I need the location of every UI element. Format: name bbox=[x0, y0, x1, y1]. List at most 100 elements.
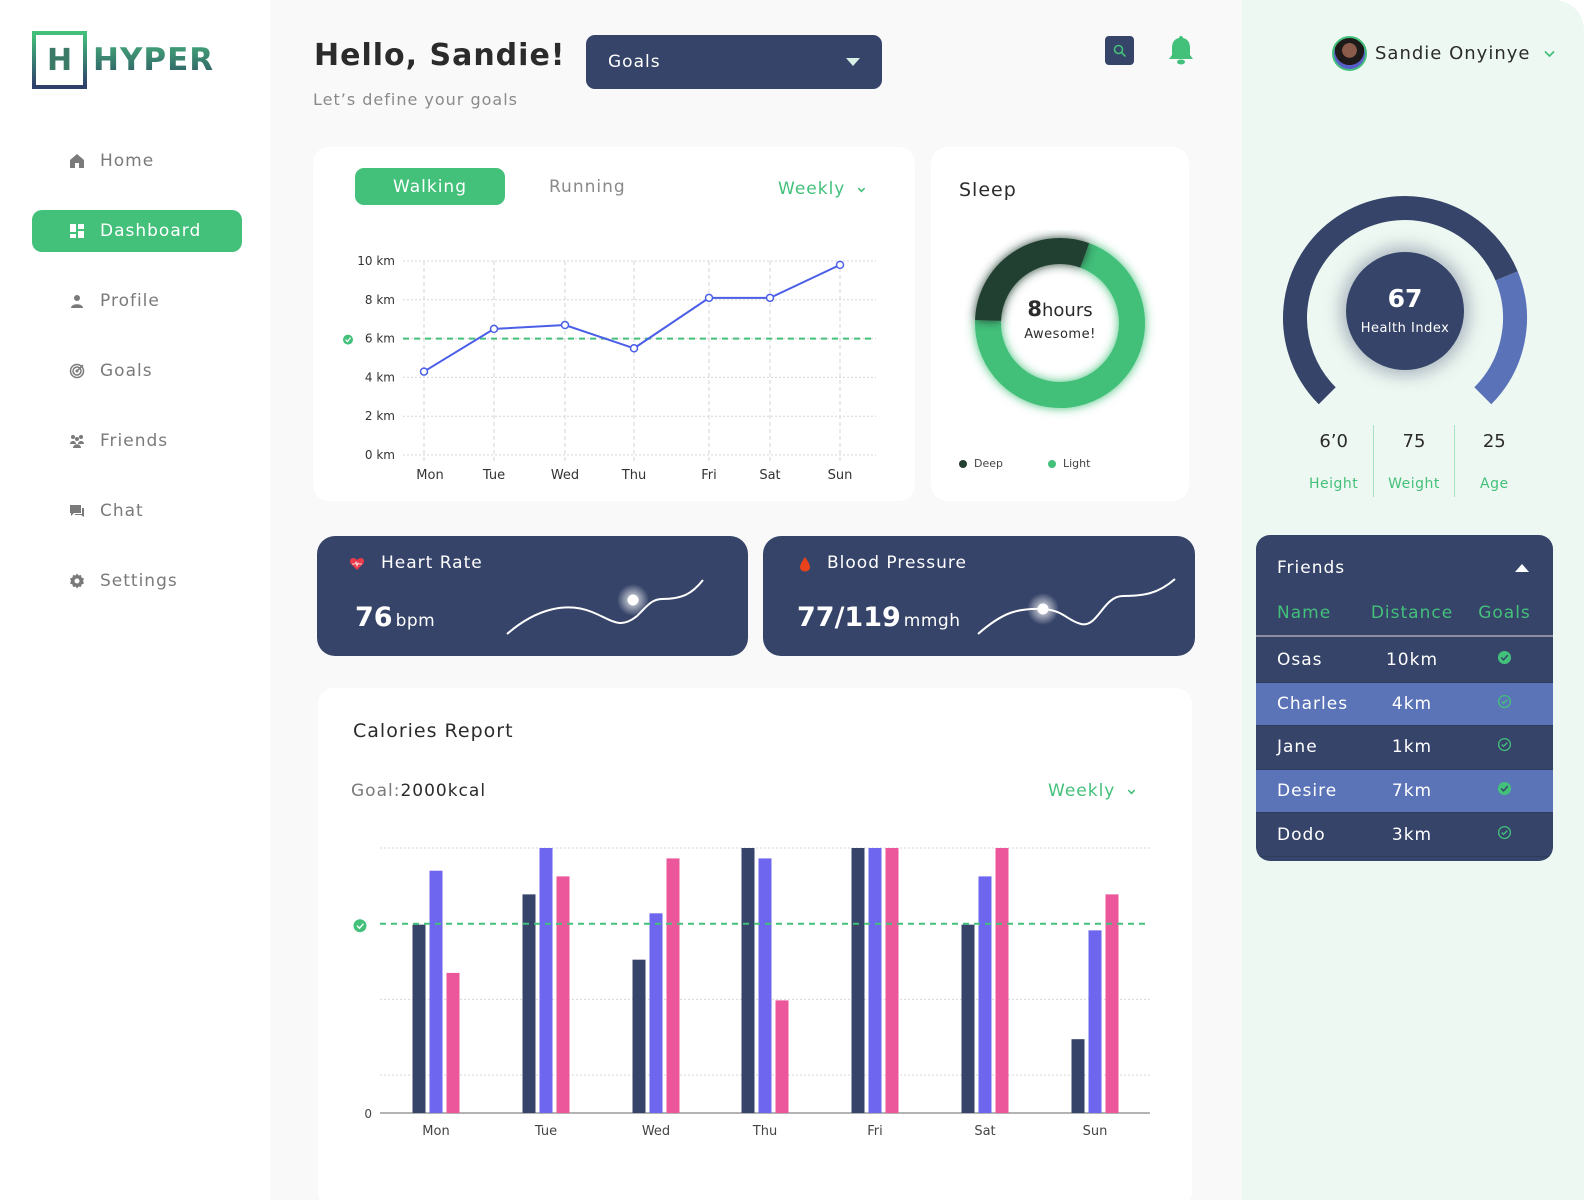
bar-series-1 bbox=[851, 848, 865, 1113]
sleep-card: Sleep 8hours Awesome! Deep Light bbox=[931, 147, 1189, 501]
goals-select[interactable]: Goals bbox=[586, 35, 882, 89]
sidebar-item-label: Dashboard bbox=[100, 221, 202, 241]
column-name: Name bbox=[1277, 603, 1332, 623]
friend-goal-status bbox=[1464, 781, 1553, 801]
goal-check-icon bbox=[353, 919, 367, 933]
y-tick-label: 10 km bbox=[357, 254, 395, 268]
friend-distance: 3km bbox=[1391, 824, 1433, 845]
calories-period-dropdown[interactable]: Weekly bbox=[1048, 781, 1136, 801]
friends-header: Name Distance Goals bbox=[1256, 603, 1553, 637]
legend-deep-label: Deep bbox=[974, 457, 1003, 470]
x-tick-label: Fri bbox=[867, 1124, 883, 1139]
data-point bbox=[765, 293, 775, 303]
blood-pressure-card[interactable]: Blood Pressure 77/119 mmgh bbox=[763, 536, 1195, 656]
sidebar-item-dashboard[interactable]: Dashboard bbox=[32, 210, 242, 252]
sidebar-item-profile[interactable]: Profile bbox=[32, 280, 242, 322]
check-circle-filled-icon bbox=[1497, 650, 1512, 665]
x-tick-label: Sat bbox=[974, 1124, 995, 1139]
sidebar-item-label: Friends bbox=[100, 431, 169, 451]
friend-distance: 10km bbox=[1385, 650, 1439, 671]
friend-goal-status bbox=[1464, 650, 1553, 670]
sidebar-item-label: Settings bbox=[100, 571, 178, 591]
activity-period-dropdown[interactable]: Weekly bbox=[778, 179, 866, 199]
heart-icon bbox=[349, 558, 365, 570]
friend-row[interactable]: Dodo 3km bbox=[1256, 813, 1553, 857]
stat-label: Height bbox=[1309, 476, 1359, 492]
sidebar-item-settings[interactable]: Settings bbox=[32, 560, 242, 602]
x-tick-label: Wed bbox=[551, 468, 579, 483]
main-content: Hello, Sandie! Let’s define your goals G… bbox=[270, 0, 1270, 1200]
blood-pressure-curve bbox=[977, 578, 1176, 635]
sidebar-item-chat[interactable]: Chat bbox=[32, 490, 242, 532]
x-tick-label: Sun bbox=[828, 468, 853, 483]
friend-name: Osas bbox=[1277, 650, 1323, 671]
tab-walking[interactable]: Walking bbox=[355, 168, 505, 205]
health-index-label: Health Index bbox=[1360, 321, 1450, 336]
stat-weight: 75 Weight bbox=[1373, 425, 1453, 497]
chevron-down-icon bbox=[1128, 789, 1136, 794]
legend-light-dot bbox=[1048, 459, 1056, 468]
bell-icon bbox=[1169, 36, 1193, 65]
collapse-icon[interactable] bbox=[1515, 564, 1529, 572]
friends-title: Friends bbox=[1277, 558, 1346, 578]
friend-row[interactable]: Jane 1km bbox=[1256, 726, 1553, 770]
friend-name: Desire bbox=[1277, 781, 1338, 802]
goals-select-value: Goals bbox=[608, 52, 661, 72]
check-circle-outline-icon bbox=[1497, 694, 1512, 709]
friend-distance: 7km bbox=[1391, 781, 1433, 802]
bar-series-1 bbox=[1071, 1039, 1085, 1113]
column-distance: Distance bbox=[1370, 603, 1454, 623]
gear-icon bbox=[68, 572, 86, 590]
logo[interactable]: H HYPER bbox=[32, 31, 214, 89]
calories-period-label: Weekly bbox=[1048, 781, 1116, 801]
calories-goal: Goal:2000kcal bbox=[351, 781, 486, 801]
caret-down-icon bbox=[846, 58, 860, 66]
search-button[interactable] bbox=[1105, 36, 1134, 65]
sidebar-item-friends[interactable]: Friends bbox=[32, 420, 242, 462]
logo-mark: H bbox=[32, 31, 87, 89]
target-icon bbox=[68, 362, 86, 380]
blood-pressure-title: Blood Pressure bbox=[827, 553, 967, 573]
friend-name: Charles bbox=[1277, 693, 1349, 714]
check-circle-filled-icon bbox=[1497, 781, 1512, 796]
stat-height: 6’0 Height bbox=[1294, 425, 1373, 497]
stat-age: 25 Age bbox=[1453, 425, 1534, 497]
friend-name: Dodo bbox=[1277, 824, 1326, 845]
x-tick-label: Thu bbox=[621, 468, 646, 483]
page-title: Hello, Sandie! bbox=[314, 38, 566, 73]
sleep-hours-unit: hours bbox=[1042, 300, 1093, 321]
heart-rate-card[interactable]: Heart Rate 76 bpm bbox=[317, 536, 748, 656]
sidebar-item-home[interactable]: Home bbox=[32, 140, 242, 182]
heart-rate-title: Heart Rate bbox=[381, 553, 483, 573]
bar-series-2 bbox=[1088, 930, 1102, 1113]
calories-bar-chart: 0 Mon Tue Wed Thu Fri Sat Sun bbox=[353, 847, 1150, 1139]
friend-row[interactable]: Osas 10km bbox=[1256, 639, 1553, 683]
friend-row[interactable]: Desire 7km bbox=[1256, 769, 1553, 814]
chat-icon bbox=[68, 502, 86, 520]
heart-rate-unit: bpm bbox=[395, 611, 436, 631]
tab-running[interactable]: Running bbox=[549, 177, 626, 197]
x-tick-label: Tue bbox=[482, 468, 505, 483]
x-tick-label: Fri bbox=[701, 468, 717, 483]
blood-pressure-marker bbox=[1037, 603, 1049, 615]
friend-row[interactable]: Charles 4km bbox=[1256, 682, 1553, 727]
blood-pressure-readout: 77/119 mmgh bbox=[797, 602, 960, 633]
bar-series-3 bbox=[995, 848, 1009, 1113]
friend-distance: 4km bbox=[1391, 693, 1433, 714]
sleep-status: Awesome! bbox=[1024, 327, 1096, 342]
x-tick-label: Tue bbox=[534, 1124, 557, 1139]
x-tick-label: Mon bbox=[416, 468, 443, 483]
data-point bbox=[560, 320, 570, 330]
sidebar-item-goals[interactable]: Goals bbox=[32, 350, 242, 392]
sleep-hours-value: 8 bbox=[1027, 297, 1042, 321]
sidebar-nav: Home Dashboard Profile Goals Friends Chat Sett… bbox=[32, 140, 242, 630]
walking-series-line bbox=[423, 263, 841, 373]
notification-button[interactable] bbox=[1166, 34, 1196, 66]
stat-value: 6’0 bbox=[1319, 431, 1348, 452]
legend-deep: Deep bbox=[959, 457, 1003, 470]
friend-distance: 1km bbox=[1391, 737, 1433, 758]
blood-pressure-value: 77/119 bbox=[797, 602, 901, 633]
bar-series-2 bbox=[868, 848, 882, 1113]
logo-text: HYPER bbox=[93, 42, 215, 78]
data-point bbox=[704, 293, 714, 303]
